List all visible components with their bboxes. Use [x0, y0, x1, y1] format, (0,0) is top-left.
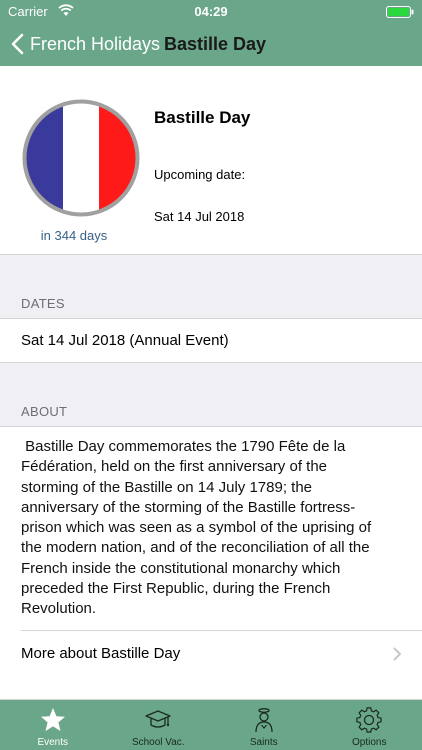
- battery-icon: [386, 6, 414, 18]
- graduation-cap-icon: [145, 710, 171, 728]
- about-line: Revolution.: [21, 600, 97, 618]
- tab-school-vacations[interactable]: School Vac.: [106, 700, 212, 750]
- more-about-button[interactable]: More about Bastille Day: [0, 631, 422, 677]
- event-name: Bastille Day: [154, 108, 251, 127]
- event-date-text: Sat 14 Jul 2018 (Annual Event): [21, 332, 229, 349]
- tab-label: School Vac.: [131, 737, 185, 748]
- status-time: 04:29: [194, 4, 228, 19]
- tab-bar: Events School Vac. Saints Options: [0, 700, 422, 750]
- back-button-label: French Holidays: [30, 33, 161, 54]
- french-flag-icon: [22, 99, 140, 217]
- about-line: preceded the First Republic, during the …: [21, 580, 331, 598]
- tab-options[interactable]: Options: [317, 700, 422, 750]
- more-about-label: More about Bastille Day: [21, 645, 181, 662]
- tab-label: Saints: [249, 737, 278, 748]
- about-cell: Bastille Day commemorates the 1790 Fête …: [0, 426, 422, 700]
- dates-section-heading: DATES: [21, 296, 65, 311]
- countdown-label: in 344 days: [40, 228, 108, 243]
- chevron-left-icon: [11, 33, 24, 55]
- about-section-heading: ABOUT: [21, 404, 68, 419]
- dates-cell: Sat 14 Jul 2018 (Annual Event): [0, 318, 422, 363]
- tab-label: Options: [352, 737, 387, 748]
- page-title: Bastille Day: [164, 34, 267, 54]
- tab-saints[interactable]: Saints: [211, 700, 317, 750]
- event-header-card: in 344 days Bastille Day Upcoming date: …: [0, 66, 422, 255]
- tab-label: Events: [37, 737, 69, 748]
- gear-icon: [356, 707, 382, 733]
- upcoming-date-label: Upcoming date:: [154, 167, 246, 182]
- chevron-right-icon: [393, 647, 401, 661]
- about-line: Bastille Day commemorates the 1790 Fête …: [21, 438, 346, 455]
- saint-icon: [255, 708, 273, 733]
- about-line: the modern nation, and of the reconcilia…: [21, 539, 370, 557]
- about-line: French inside the constitutional monarch…: [21, 559, 341, 577]
- tab-events[interactable]: Events: [0, 700, 106, 750]
- upcoming-date-value: Sat 14 Jul 2018: [154, 209, 245, 224]
- about-line: anniversary of the storming of the Basti…: [21, 498, 356, 516]
- about-line: Fédération, held on the first anniversar…: [21, 458, 328, 476]
- navigation-bar: French Holidays Bastille Day: [0, 22, 422, 66]
- about-line: prison which was seen as a symbol of the…: [21, 519, 372, 537]
- top-bar: Carrier 04:29 French Holidays Bastille D…: [0, 0, 422, 66]
- about-description: Bastille Day commemorates the 1790 Fête …: [21, 437, 406, 620]
- status-bar: Carrier 04:29: [0, 0, 422, 22]
- about-line: storming of the Bastille on 14 July 1789…: [21, 478, 313, 496]
- back-button[interactable]: French Holidays: [10, 29, 160, 59]
- star-icon: [40, 708, 65, 731]
